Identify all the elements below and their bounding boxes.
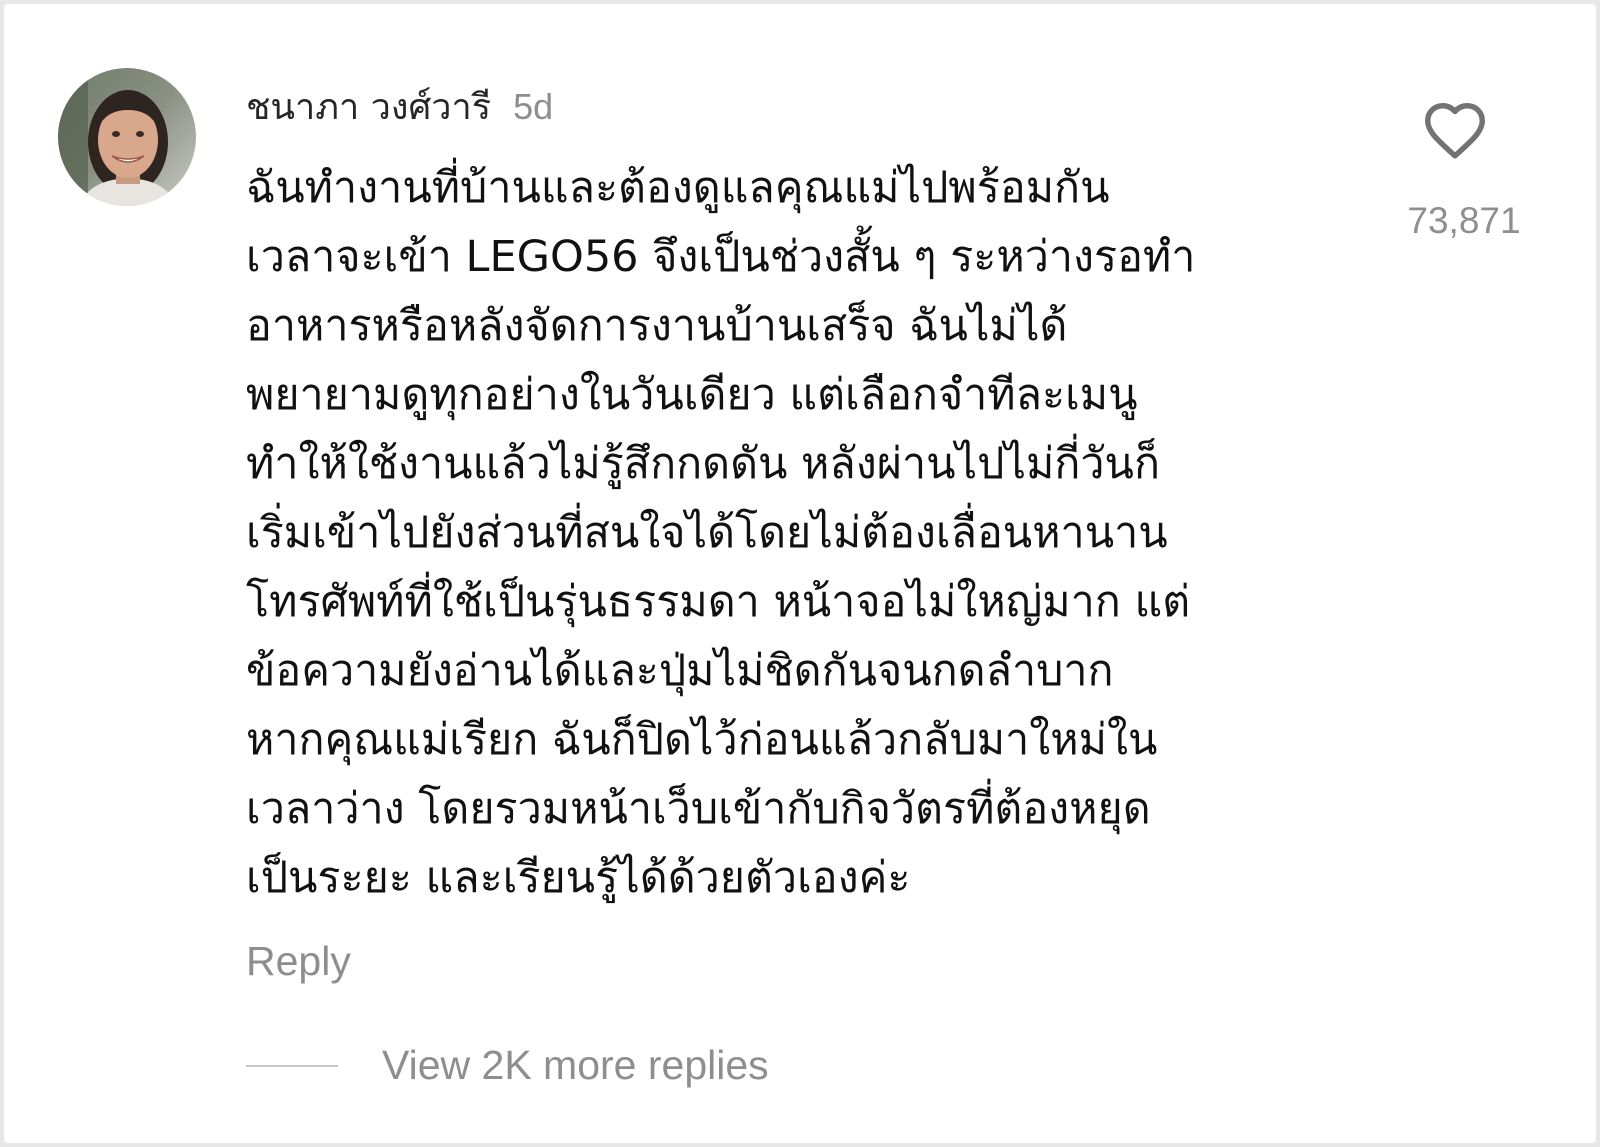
comment-line: เริ่มเข้าไปยังส่วนที่สนใจได้โดยไม่ต้องเล… <box>246 508 1168 558</box>
comment-line: พยายามดูทุกอย่างในวันเดียว แต่เลือกจำทีล… <box>246 370 1138 420</box>
comment-line: เวลาว่าง โดยรวมหน้าเว็บเข้ากับกิจวัตรที่… <box>246 784 1151 834</box>
comment-line: อาหารหรือหลังจัดการงานบ้านเสร็จ ฉันไม่ได… <box>246 301 1068 351</box>
avatar-photo <box>58 68 196 206</box>
avatar[interactable] <box>58 68 196 206</box>
replies-divider <box>246 1064 338 1067</box>
comment-line: เป็นระยะ และเรียนรู้ได้ด้วยตัวเองค่ะ <box>246 853 911 903</box>
timestamp: 5d <box>513 86 554 127</box>
comment-text: ฉันทำงานที่บ้านและต้องดูแลคุณแม่ไปพร้อมก… <box>246 154 1366 913</box>
view-replies-label: View 2K more replies <box>382 1042 769 1088</box>
comment-line: ทำให้ใช้งานแล้วไม่รู้สึกกดดัน หลังผ่านไป… <box>246 439 1160 489</box>
comment-header: ชนาภา วงศ์วารี 5d <box>246 78 553 135</box>
comment-line: ข้อความยังอ่านได้และปุ่มไม่ชิดกันจนกดลำบ… <box>246 646 1114 696</box>
like-button[interactable] <box>1422 100 1488 160</box>
view-replies-button[interactable]: View 2K more replies <box>246 1042 769 1089</box>
reply-button[interactable]: Reply <box>246 938 351 985</box>
comment-line: หากคุณแม่เรียก ฉันก็ปิดไว้ก่อนแล้วกลับมา… <box>246 715 1158 765</box>
comment-line: ฉันทำงานที่บ้านและต้องดูแลคุณแม่ไปพร้อมก… <box>246 163 1110 213</box>
heart-outline-icon <box>1425 103 1485 159</box>
comment-line: เวลาจะเข้า LEGO56 จึงเป็นช่วงสั้น ๆ ระหว… <box>246 232 1196 282</box>
username[interactable]: ชนาภา วงศ์วารี <box>246 78 491 135</box>
comment-card: ชนาภา วงศ์วารี 5d ฉันทำงานที่บ้านและต้อง… <box>4 4 1596 1143</box>
like-count: 73,871 <box>1407 200 1521 241</box>
comment-line: โทรศัพท์ที่ใช้เป็นรุ่นธรรมดา หน้าจอไม่ให… <box>246 577 1191 627</box>
